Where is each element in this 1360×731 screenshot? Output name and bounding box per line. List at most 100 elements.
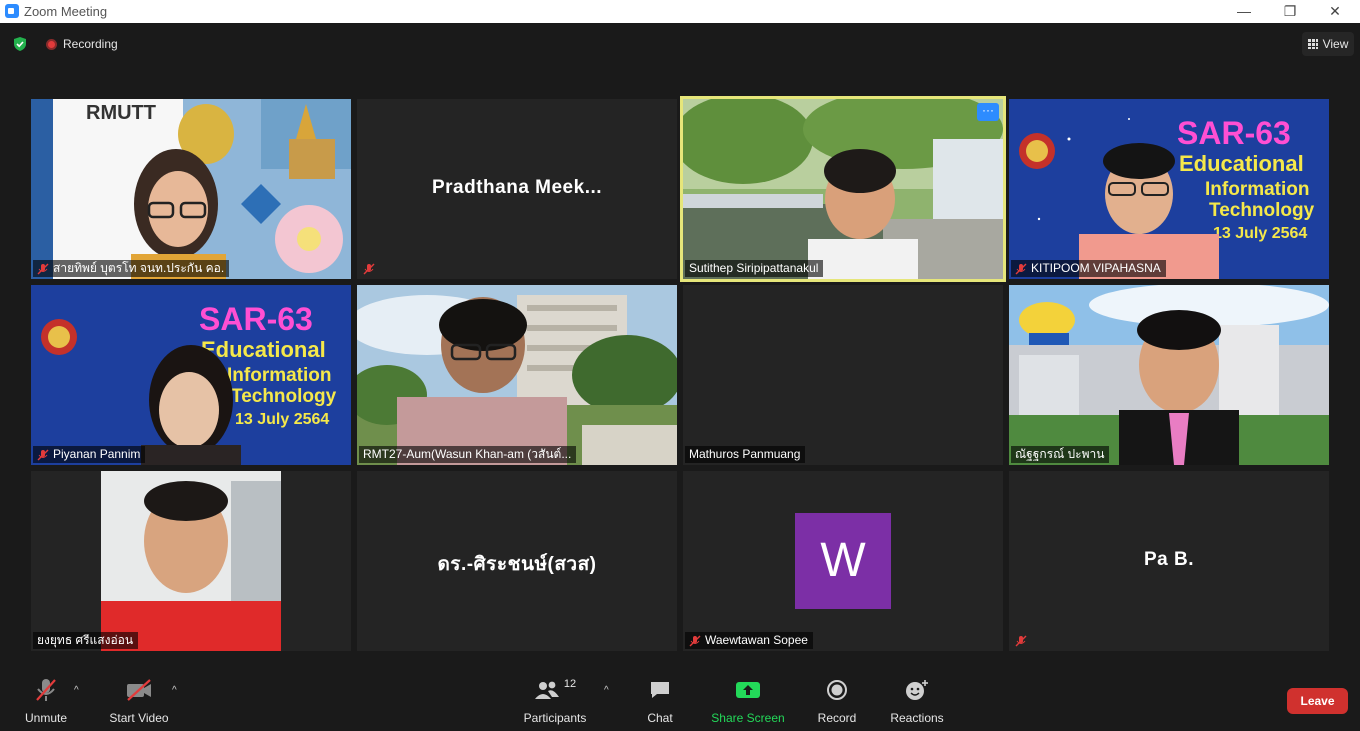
participants-icon [534, 681, 559, 699]
video-tile-1[interactable]: RMUTT สายทิพย์ บุตรโท จนท.ประกัน คอ. [31, 99, 351, 279]
participants-options-chevron-icon[interactable]: ^ [604, 685, 609, 696]
video-tile-8[interactable]: ณัฐฐกรณ์ ปะพาน [1009, 285, 1329, 465]
participant-video [1009, 285, 1329, 465]
video-tile-2[interactable]: Pradthana Meek... [357, 99, 677, 279]
slide-line1: Educational [201, 337, 326, 362]
record-button[interactable]: Record [814, 677, 860, 725]
restore-button[interactable]: ❐ [1267, 0, 1313, 23]
participant-name: ยงยุทธ ศรีแสงอ่อน [37, 633, 134, 647]
participant-video [357, 285, 677, 465]
participant-display-name: Pa B. [1143, 549, 1195, 570]
recording-dot-icon [46, 38, 57, 50]
unmute-label: Unmute [24, 711, 68, 725]
participant-video: SAR-63 Educational Information Technolog… [31, 285, 351, 465]
participant-display-name: ดร.-ศิระชนษ์(สวส) [437, 554, 597, 575]
reactions-button[interactable]: Reactions [888, 677, 946, 725]
participant-name: KITIPOOM VIPAHASNA [1031, 261, 1161, 275]
participant-video: SAR-63 Educational Information Technolog… [1009, 99, 1329, 279]
slide-line3: Technology [231, 386, 337, 407]
record-icon [827, 680, 847, 700]
meeting-toolbar: Unmute ^ Start Video ^ 12 Participants ^… [0, 671, 1360, 731]
encryption-shield-icon[interactable] [13, 37, 27, 51]
video-tile-6[interactable]: RMT27-Aum(Wasun Khan-am (วสันต์... [357, 285, 677, 465]
muted-mic-icon [1015, 263, 1027, 274]
muted-mic-icon [37, 263, 49, 274]
title-bar: Zoom Meeting — ❐ ✕ [0, 0, 1360, 23]
participant-video: RMUTT [31, 99, 351, 279]
muted-mic-icon [363, 263, 375, 274]
participant-name: สายทิพย์ บุตรโท จนท.ประกัน คอ. [53, 261, 225, 275]
reactions-emoji-icon [906, 680, 928, 700]
participant-name: Mathuros Panmuang [689, 447, 801, 461]
start-video-button[interactable]: Start Video [106, 677, 172, 725]
slide-line2: Information [1205, 179, 1310, 200]
participant-name: ณัฐฐกรณ์ ปะพาน [1015, 447, 1105, 461]
slide-sar-title: SAR-63 [199, 301, 313, 337]
reactions-label: Reactions [890, 711, 944, 725]
view-label: View [1322, 37, 1349, 51]
participant-namebar: KITIPOOM VIPAHASNA [1011, 260, 1166, 277]
video-off-icon [127, 679, 151, 701]
participant-name: Piyanan Pannim [53, 447, 141, 461]
start-video-label: Start Video [109, 711, 169, 725]
slide-line2: Information [227, 365, 332, 386]
chat-label: Chat [647, 711, 673, 725]
video-tile-5[interactable]: SAR-63 Educational Information Technolog… [31, 285, 351, 465]
video-tile-3-active-speaker[interactable]: ··· Sutithep Siripipattanakul [680, 96, 1006, 282]
participant-name: RMT27-Aum(Wasun Khan-am (วสันต์... [363, 447, 572, 461]
recording-label: Recording [63, 37, 118, 51]
slide-date: 13 July 2564 [235, 411, 329, 428]
share-screen-icon [736, 682, 760, 698]
unmute-button[interactable]: Unmute [20, 677, 72, 725]
leave-button[interactable]: Leave [1287, 688, 1348, 714]
video-tile-7[interactable]: Mathuros Panmuang [683, 285, 1003, 465]
more-options-button[interactable]: ··· [977, 103, 999, 121]
window-title: Zoom Meeting [24, 4, 108, 19]
video-tile-4[interactable]: SAR-63 Educational Information Technolog… [1009, 99, 1329, 279]
slide-sar-title: SAR-63 [1177, 115, 1291, 151]
share-screen-label: Share Screen [711, 711, 785, 725]
recording-indicator[interactable]: Recording [46, 37, 118, 51]
participant-namebar: Mathuros Panmuang [685, 446, 806, 463]
muted-mic-icon [1015, 635, 1027, 646]
close-button[interactable]: ✕ [1312, 0, 1358, 23]
video-tile-11[interactable]: W Waewtawan Sopee [683, 471, 1003, 651]
meeting-area: Recording View RMUTT สายทิพย์ บุตรโท จนท… [0, 23, 1360, 671]
record-label: Record [817, 711, 857, 725]
participant-namebar [359, 260, 380, 277]
participants-label: Participants [523, 711, 587, 725]
slide-line3: Technology [1209, 200, 1315, 221]
participant-video [31, 471, 351, 651]
participant-namebar: RMT27-Aum(Wasun Khan-am (วสันต์... [359, 446, 577, 463]
participant-namebar: Sutithep Siripipattanakul [685, 260, 824, 277]
muted-mic-icon [36, 679, 56, 701]
video-tile-9[interactable]: ยงยุทธ ศรีแสงอ่อน [31, 471, 351, 651]
chat-button[interactable]: Chat [640, 677, 680, 725]
zoom-logo-icon [5, 4, 19, 18]
participants-count: 12 [563, 678, 577, 690]
participant-namebar: สายทิพย์ บุตรโท จนท.ประกัน คอ. [33, 260, 230, 277]
video-tile-10[interactable]: ดร.-ศิระชนษ์(สวส) [357, 471, 677, 651]
chat-icon [651, 682, 669, 698]
participant-video [683, 99, 1003, 279]
muted-mic-icon [689, 635, 701, 646]
participant-avatar: W [795, 513, 891, 609]
view-button[interactable]: View [1302, 32, 1354, 56]
participant-namebar [1011, 632, 1032, 649]
participant-name: Waewtawan Sopee [705, 633, 808, 647]
minimize-button[interactable]: — [1221, 0, 1267, 23]
rmutt-logo-text: RMUTT [86, 102, 156, 124]
participants-button[interactable]: 12 Participants [520, 677, 590, 725]
audio-options-chevron-icon[interactable]: ^ [74, 685, 79, 696]
slide-line1: Educational [1179, 151, 1304, 176]
share-screen-button[interactable]: Share Screen [710, 677, 786, 725]
slide-date: 13 July 2564 [1213, 225, 1307, 242]
video-options-chevron-icon[interactable]: ^ [172, 685, 177, 696]
grid-view-icon [1307, 39, 1318, 49]
participant-namebar: Piyanan Pannim [33, 446, 146, 463]
participant-namebar: ณัฐฐกรณ์ ปะพาน [1011, 446, 1110, 463]
participant-namebar: Waewtawan Sopee [685, 632, 813, 649]
muted-mic-icon [37, 449, 49, 460]
participant-name: Sutithep Siripipattanakul [689, 261, 819, 275]
video-tile-12[interactable]: Pa B. [1009, 471, 1329, 651]
